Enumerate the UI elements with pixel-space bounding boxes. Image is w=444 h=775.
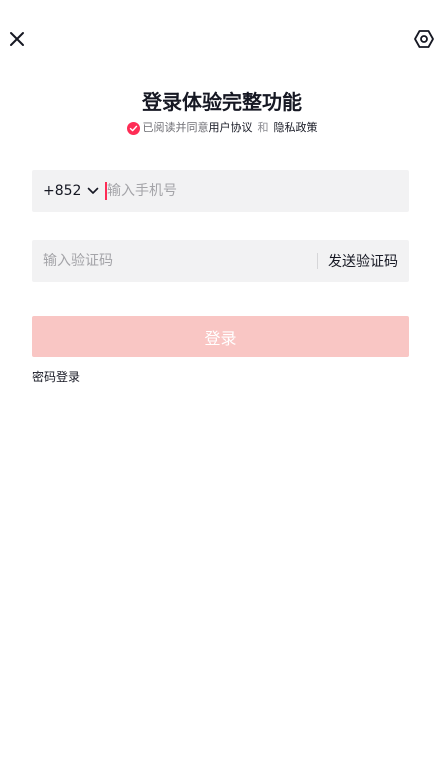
phone-field: +852 — [32, 170, 409, 212]
agreement-and: 和 — [257, 121, 269, 134]
chevron-down-icon — [87, 187, 99, 195]
send-code-button[interactable]: 发送验证码 — [318, 251, 409, 271]
phone-input[interactable] — [107, 183, 387, 199]
agreement-prefix: 已阅读并同意 — [142, 121, 209, 134]
agreement-checkbox[interactable] — [126, 121, 140, 135]
login-button[interactable]: 登录 — [32, 316, 409, 357]
country-code: +852 — [43, 183, 82, 199]
user-agreement-link[interactable]: 用户协议 — [209, 120, 253, 136]
close-button[interactable] — [4, 26, 30, 52]
agreement-row: 已阅读并同意 用户协议 和 隐私政策 — [0, 120, 444, 136]
verification-code-input[interactable] — [32, 253, 317, 269]
code-field: 发送验证码 — [32, 240, 409, 282]
country-code-selector[interactable]: +852 — [32, 183, 105, 199]
privacy-policy-link[interactable]: 隐私政策 — [274, 120, 318, 136]
hexagon-settings-icon — [414, 30, 434, 48]
password-login-link[interactable]: 密码登录 — [32, 369, 80, 386]
page-title: 登录体验完整功能 — [142, 90, 302, 114]
check-circle-icon — [129, 125, 137, 131]
close-icon — [10, 32, 24, 46]
settings-button[interactable] — [411, 26, 437, 52]
